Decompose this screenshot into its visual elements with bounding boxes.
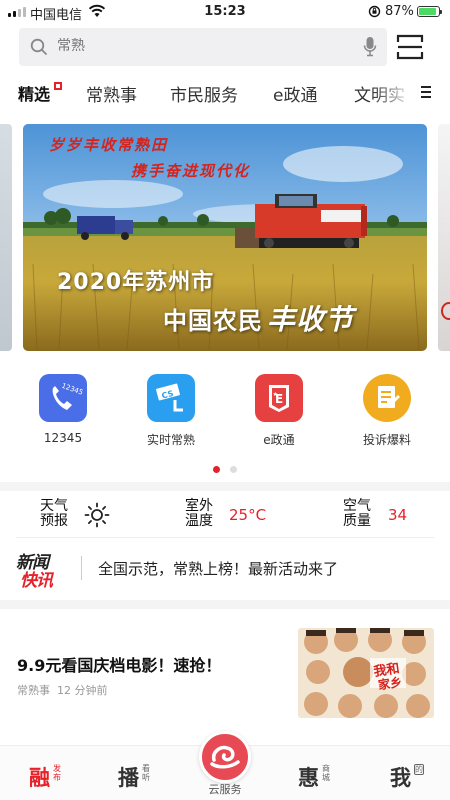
e-shield-icon: E ★ — [255, 374, 303, 422]
category-tabs: 精选 常熟事 市民服务 e政通 文明实 — [0, 76, 450, 110]
banner-title-festival: 中国农民 丰收节 — [163, 298, 354, 338]
quick-report-label: 投诉爆料 — [362, 433, 411, 447]
outdoor-temp-value: 25°C — [229, 506, 267, 524]
carousel-dot[interactable] — [230, 466, 237, 473]
movie-poster-image: 我和 家乡 — [298, 628, 434, 718]
nav-hui-sub: 商城 — [322, 764, 330, 782]
tab-fade — [372, 76, 414, 110]
sun-icon — [84, 502, 110, 528]
row-divider — [16, 537, 434, 538]
quick-realtime-label: 实时常熟 — [146, 433, 195, 447]
banner-title-year: 2020年苏州市 — [57, 270, 215, 295]
battery-percent: 87% — [385, 4, 414, 19]
search-icon — [30, 38, 47, 55]
article-time: 12 分钟前 — [57, 684, 108, 697]
quick-12345-label: 12345 — [43, 431, 83, 445]
weather-label: 天气预报 — [40, 498, 68, 529]
quick-realtime-changshu[interactable]: CS 实时常熟 — [131, 374, 211, 448]
quick-e-government[interactable]: E ★ e政通 — [239, 374, 319, 448]
banner-title-part2: 丰收节 — [267, 303, 355, 336]
tab-menu-icon[interactable] — [420, 85, 432, 99]
banner-next-peek[interactable] — [438, 124, 450, 351]
carousel-dots — [213, 466, 237, 473]
news-flash-divider — [81, 556, 82, 580]
cloud-swirl-icon — [210, 745, 240, 769]
carousel-dot-active[interactable] — [213, 466, 220, 473]
camera-cs-icon: CS — [147, 374, 195, 422]
status-bar: 中国电信 15:23 87% — [0, 0, 450, 24]
quick-e-government-label: e政通 — [263, 433, 295, 447]
banner-prev-peek[interactable] — [0, 124, 12, 351]
tab-e-government[interactable]: e政通 — [273, 81, 317, 106]
tab-citizen-services[interactable]: 市民服务 — [170, 81, 238, 106]
svg-text:12345: 12345 — [60, 382, 84, 397]
nav-bo-sub: 看听 — [142, 764, 150, 782]
cloud-service-label: 云服务 — [208, 783, 242, 796]
microphone-icon[interactable] — [363, 36, 377, 58]
tab-changshu-news[interactable]: 常熟事 — [86, 81, 137, 106]
battery-icon — [417, 6, 442, 17]
phone-12345-icon: 12345 — [39, 374, 87, 422]
banner-slide[interactable]: 岁岁丰收常熟田 携手奋进现代化 2020年苏州市 中国农民 丰收节 — [23, 124, 427, 351]
quick-12345[interactable]: 12345 12345 — [23, 374, 103, 445]
cloud-service-button[interactable] — [199, 731, 251, 783]
nav-me-sub: 的 — [414, 764, 424, 775]
document-icon — [363, 374, 411, 422]
banner-title-part1: 中国农民 — [163, 307, 263, 335]
article-thumbnail[interactable]: 我和 家乡 — [298, 628, 434, 718]
search-bar[interactable] — [19, 28, 387, 66]
news-flash-headline[interactable]: 全国示范，常熟上榜！最新活动来了 — [98, 558, 338, 579]
scan-icon[interactable] — [396, 33, 424, 61]
news-flash-logo: 新闻 快讯 — [16, 548, 62, 591]
quick-report[interactable]: 投诉爆料 — [347, 374, 427, 448]
air-quality-label: 空气质量 — [343, 498, 371, 529]
new-indicator — [54, 82, 62, 90]
banner-slogan-line1: 岁岁丰收常熟田 — [49, 136, 169, 154]
nav-rong-sub: 发布 — [53, 764, 61, 782]
air-quality-value: 34 — [388, 506, 408, 524]
app-screen: 中国电信 15:23 87% 常熟 精选 常熟事 市民服务 e政通 岁岁丰收常熟… — [0, 0, 450, 800]
section-divider — [0, 482, 450, 491]
article-title[interactable]: 9.9元看国庆档电影！速抢！ — [17, 652, 221, 676]
search-input[interactable] — [57, 38, 337, 54]
news-flash-logo-bottom: 快讯 — [20, 571, 53, 591]
tab-featured[interactable]: 精选 — [18, 81, 50, 105]
article-source: 常熟事 — [17, 684, 50, 697]
section-divider — [0, 600, 450, 609]
banner-slogan-line2: 携手奋进现代化 — [131, 162, 251, 180]
svg-text:★: ★ — [273, 391, 278, 398]
rotation-lock-icon — [368, 5, 381, 18]
outdoor-temp-label: 室外温度 — [185, 498, 213, 529]
clock: 15:23 — [204, 4, 246, 19]
